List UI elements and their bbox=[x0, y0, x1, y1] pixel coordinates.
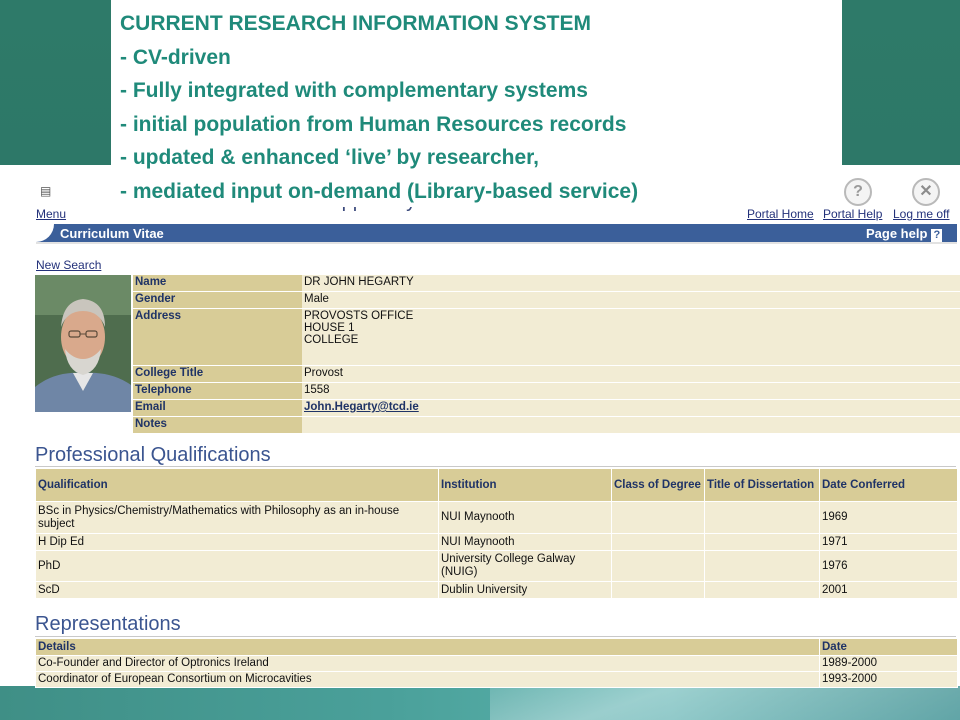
field-label: Email bbox=[133, 399, 302, 417]
info-row-address: Address PROVOSTS OFFICE HOUSE 1 COLLEGE bbox=[133, 308, 960, 366]
table-row: ScD Dublin University 2001 bbox=[35, 581, 958, 599]
slide-bullet: - mediated input on-demand (Library-base… bbox=[120, 179, 639, 203]
cv-title: Curriculum Vitae bbox=[60, 226, 164, 241]
portal-home-link[interactable]: Portal Home bbox=[747, 207, 814, 221]
table-cell bbox=[704, 550, 820, 582]
table-cell: 1969 bbox=[819, 501, 958, 534]
slide-bullet: - CV-driven bbox=[120, 45, 231, 69]
portrait-image bbox=[35, 275, 131, 412]
field-label: College Title bbox=[133, 365, 302, 383]
table-cell bbox=[611, 533, 705, 551]
table-cell: 1976 bbox=[819, 550, 958, 582]
table-cell: NUI Maynooth bbox=[438, 501, 612, 534]
person-photo bbox=[35, 275, 131, 412]
menu-link[interactable]: Menu bbox=[36, 207, 66, 221]
table-cell: NUI Maynooth bbox=[438, 533, 612, 551]
qualifications-title: Professional Qualifications bbox=[35, 444, 271, 466]
field-value: Male bbox=[302, 291, 960, 309]
field-label: Address bbox=[133, 308, 302, 366]
column-header: Date Conferred bbox=[819, 468, 958, 502]
table-cell: H Dip Ed bbox=[35, 533, 439, 551]
slide-bullet: - initial population from Human Resource… bbox=[120, 112, 627, 136]
table-cell: 1971 bbox=[819, 533, 958, 551]
cv-header-bar bbox=[34, 224, 957, 244]
table-cell bbox=[704, 501, 820, 534]
table-cell bbox=[611, 501, 705, 534]
column-header: Qualification bbox=[35, 468, 439, 502]
close-circle-icon[interactable]: ✕ bbox=[912, 178, 940, 206]
portal-help-link[interactable]: Portal Help bbox=[823, 207, 882, 221]
log-off-link[interactable]: Log me off bbox=[893, 207, 949, 221]
table-cell: BSc in Physics/Chemistry/Mathematics wit… bbox=[35, 501, 439, 534]
qualifications-table: Qualification Institution Class of Degre… bbox=[35, 468, 958, 599]
representations-table: Details Date Co-Founder and Director of … bbox=[35, 638, 958, 688]
info-row-telephone: Telephone 1558 bbox=[133, 382, 960, 400]
info-row-notes: Notes bbox=[133, 416, 960, 434]
table-cell bbox=[611, 581, 705, 599]
slide-bullet: - updated & enhanced ‘live’ by researche… bbox=[120, 146, 539, 169]
question-circle-icon[interactable]: ? bbox=[844, 178, 872, 206]
field-label: Notes bbox=[133, 416, 302, 434]
table-cell: ScD bbox=[35, 581, 439, 599]
table-cell: PhD bbox=[35, 550, 439, 582]
portal-icon-bar: ? ✕ bbox=[842, 178, 952, 206]
table-cell: University College Galway (NUIG) bbox=[438, 550, 612, 582]
column-header: Institution bbox=[438, 468, 612, 502]
table-cell: 2001 bbox=[819, 581, 958, 599]
field-value bbox=[302, 416, 960, 434]
column-header: Date bbox=[819, 638, 958, 656]
menu-page-icon[interactable]: ▤ bbox=[40, 184, 56, 198]
field-label: Name bbox=[133, 275, 302, 292]
table-cell: 1989-2000 bbox=[819, 655, 958, 672]
info-row-college-title: College Title Provost bbox=[133, 365, 960, 383]
page-help-label[interactable]: Page help bbox=[866, 226, 927, 241]
email-link[interactable]: John.Hegarty@tcd.ie bbox=[304, 401, 419, 413]
table-cell bbox=[611, 550, 705, 582]
info-row-gender: Gender Male bbox=[133, 291, 960, 309]
table-row: BSc in Physics/Chemistry/Mathematics wit… bbox=[35, 501, 958, 534]
field-value: John.Hegarty@tcd.ie bbox=[302, 399, 960, 417]
section-divider bbox=[35, 466, 956, 467]
table-cell: Dublin University bbox=[438, 581, 612, 599]
field-label: Telephone bbox=[133, 382, 302, 400]
field-value: PROVOSTS OFFICE HOUSE 1 COLLEGE bbox=[302, 308, 960, 366]
field-value: 1558 bbox=[302, 382, 960, 400]
column-header: Details bbox=[35, 638, 820, 656]
table-row: H Dip Ed NUI Maynooth 1971 bbox=[35, 533, 958, 551]
table-cell: Co-Founder and Director of Optronics Ire… bbox=[35, 655, 820, 672]
table-row: Coordinator of European Consortium on Mi… bbox=[35, 671, 958, 688]
personal-info-table: Name DR JOHN HEGARTY Gender Male Address… bbox=[133, 275, 960, 434]
help-question-icon[interactable]: ? bbox=[931, 229, 943, 242]
header-bar-notch bbox=[34, 224, 54, 242]
table-row: PhD University College Galway (NUIG) 197… bbox=[35, 550, 958, 582]
field-value: DR JOHN HEGARTY bbox=[302, 275, 960, 292]
slide-heading: CURRENT RESEARCH INFORMATION SYSTEM bbox=[120, 12, 591, 35]
table-cell bbox=[704, 581, 820, 599]
field-value: Provost bbox=[302, 365, 960, 383]
info-row-email: Email John.Hegarty@tcd.ie bbox=[133, 399, 960, 417]
field-label: Gender bbox=[133, 291, 302, 309]
column-header: Class of Degree bbox=[611, 468, 705, 502]
page-help-link[interactable]: Page help? bbox=[866, 226, 943, 242]
table-header-row: Qualification Institution Class of Degre… bbox=[35, 468, 958, 502]
slide-bullets: CURRENT RESEARCH INFORMATION SYSTEM - CV… bbox=[120, 7, 638, 208]
table-header-row: Details Date bbox=[35, 638, 958, 656]
info-row-name: Name DR JOHN HEGARTY bbox=[133, 275, 960, 292]
representations-title: Representations bbox=[35, 613, 181, 635]
table-cell: Coordinator of European Consortium on Mi… bbox=[35, 671, 820, 688]
section-divider bbox=[35, 636, 956, 637]
table-cell bbox=[704, 533, 820, 551]
table-row: Co-Founder and Director of Optronics Ire… bbox=[35, 655, 958, 672]
new-search-link[interactable]: New Search bbox=[36, 258, 101, 272]
slide-bullet: - Fully integrated with complementary sy… bbox=[120, 79, 588, 102]
column-header: Title of Dissertation bbox=[704, 468, 820, 502]
table-cell: 1993-2000 bbox=[819, 671, 958, 688]
